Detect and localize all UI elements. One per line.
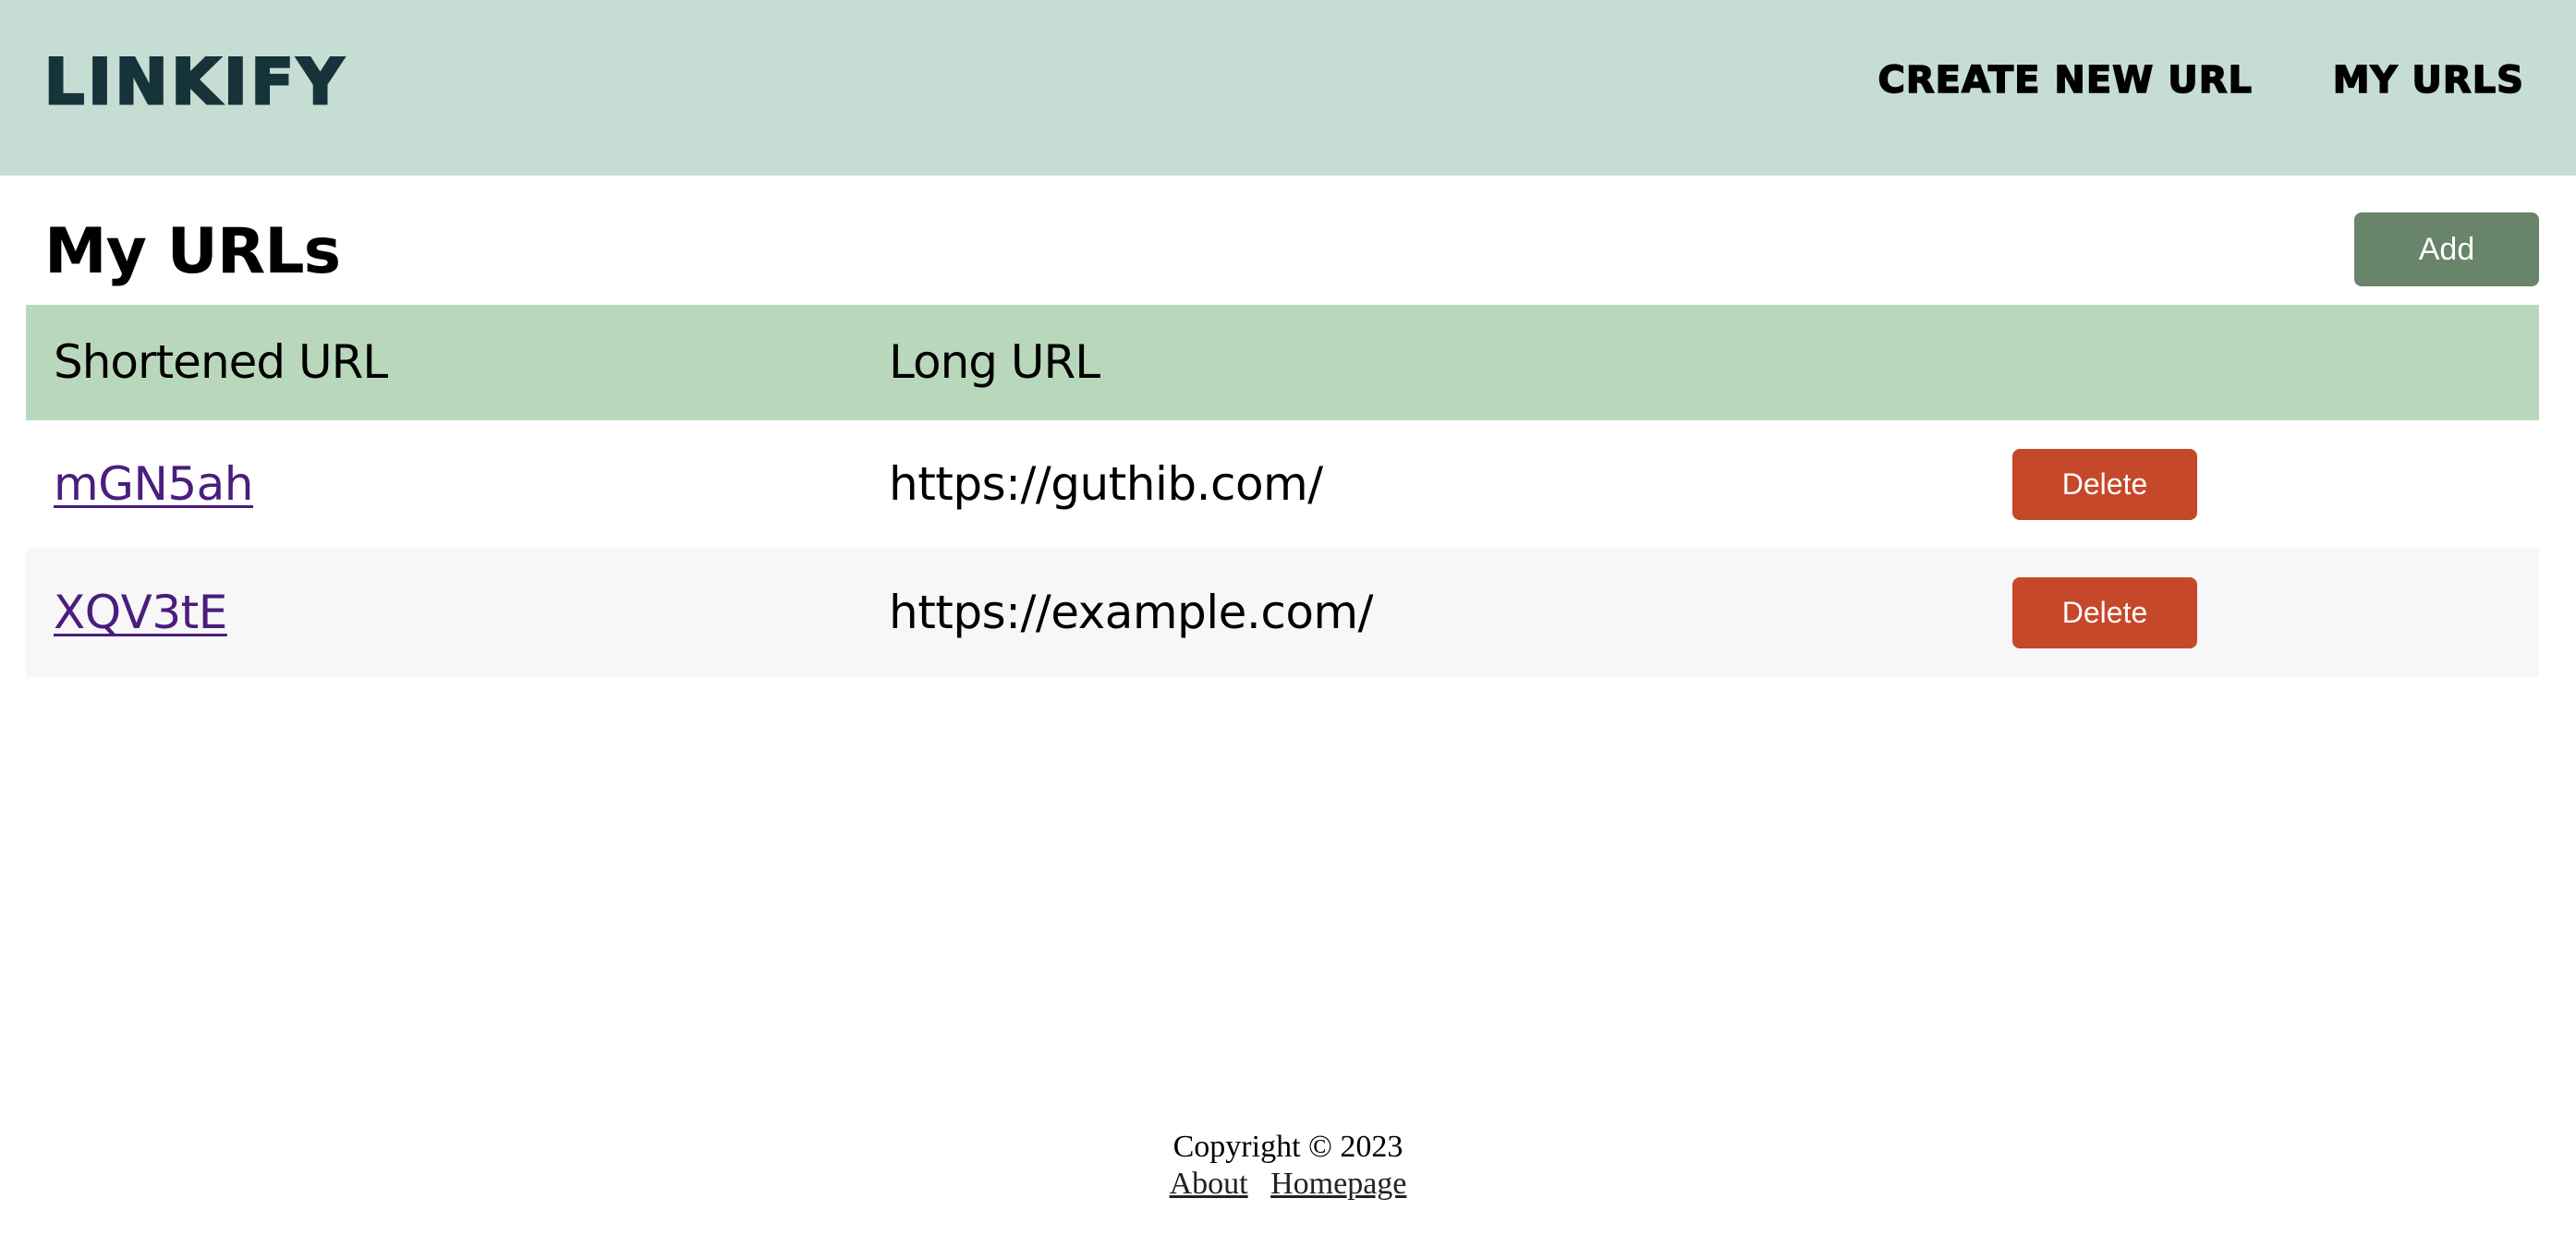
long-url-cell: https://guthib.com/ [889,457,1323,511]
add-button[interactable]: Add [2354,212,2539,286]
footer-link-homepage[interactable]: Homepage [1270,1167,1406,1201]
table-row: mGN5ah https://guthib.com/ Delete [26,420,2539,549]
top-navbar: LINKIFY CREATE NEW URL MY URLS [0,0,2576,176]
short-url-link[interactable]: mGN5ah [54,457,254,511]
page-title: My URLs [44,215,341,288]
short-url-link[interactable]: XQV3tE [54,586,227,639]
nav-create-new-url[interactable]: CREATE NEW URL [1877,57,2253,103]
table-row: XQV3tE https://example.com/ Delete [26,549,2539,677]
delete-button[interactable]: Delete [2012,577,2197,648]
delete-button[interactable]: Delete [2012,449,2197,520]
table-header-row: Shortened URL Long URL [26,305,2539,420]
footer-link-about[interactable]: About [1170,1167,1248,1201]
copyright-text: Copyright © 2023 [1173,1130,1403,1164]
page-footer: Copyright © 2023 About Homepage [0,1129,2576,1203]
urls-table: Shortened URL Long URL mGN5ah https://gu… [26,305,2539,677]
nav-my-urls[interactable]: MY URLS [2332,57,2524,103]
long-url-cell: https://example.com/ [889,586,1373,639]
short-url-cell: mGN5ah [54,420,254,549]
brand-logo[interactable]: LINKIFY [43,45,346,121]
column-header-shortened-url: Shortened URL [54,335,388,389]
short-url-cell: XQV3tE [54,549,227,677]
column-header-long-url: Long URL [889,335,1100,389]
footer-links: About Homepage [0,1166,2576,1203]
